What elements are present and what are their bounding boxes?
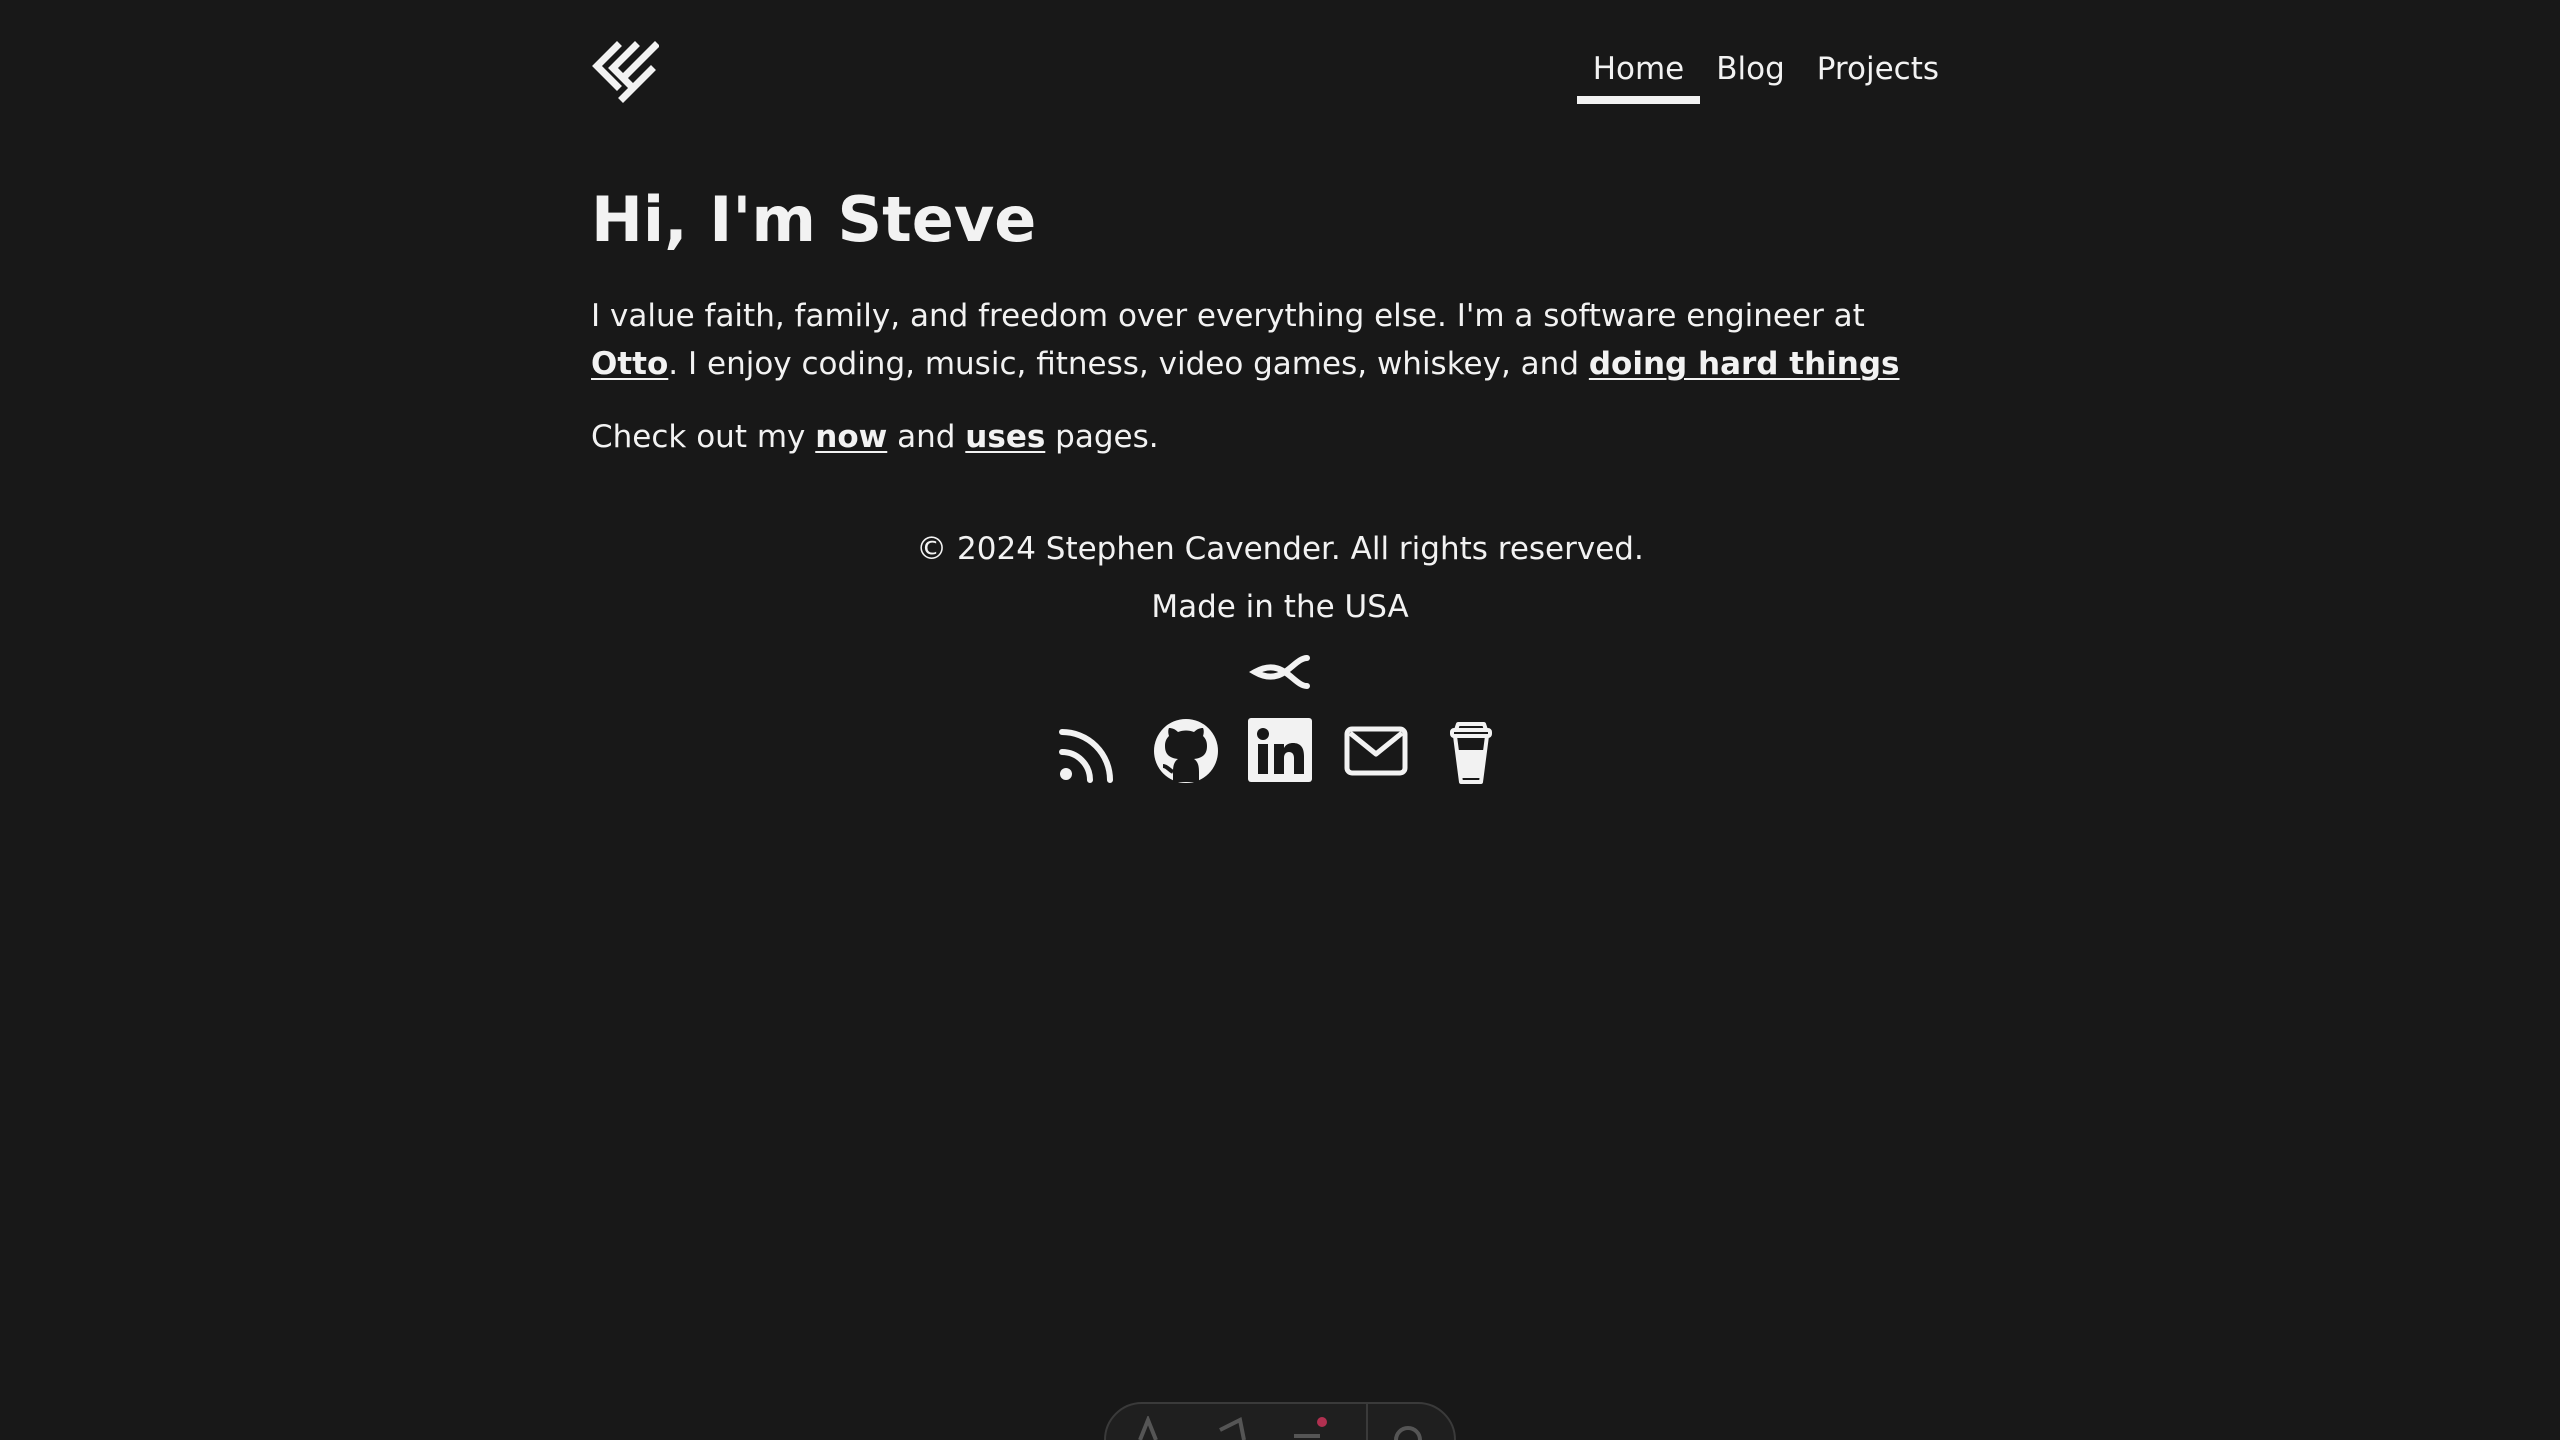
pages-text-1: Check out my <box>591 419 816 455</box>
intro-paragraph: I value faith, family, and freedom over … <box>591 292 1955 388</box>
copyright-text: © 2024 Stephen Cavender. All rights rese… <box>916 531 1644 567</box>
github-icon[interactable] <box>1151 716 1221 786</box>
content-container: Home Blog Projects Hi, I'm Steve I value… <box>591 0 1955 455</box>
uses-link[interactable]: uses <box>965 419 1045 455</box>
megaphone-icon[interactable] <box>1216 1416 1252 1440</box>
page-title: Hi, I'm Steve <box>591 183 1037 256</box>
coffee-cup-icon[interactable] <box>1436 716 1506 786</box>
toolbar-divider <box>1366 1404 1368 1440</box>
intro-text-2: . I enjoy coding, music, fitness, video … <box>668 346 1589 382</box>
nav-blog[interactable]: Blog <box>1700 44 1801 116</box>
made-in-text: Made in the USA <box>1151 589 1409 625</box>
nav-projects[interactable]: Projects <box>1801 44 1955 116</box>
mail-icon[interactable] <box>1342 716 1412 786</box>
font-a-icon[interactable] <box>1134 1416 1170 1440</box>
pages-text-2: and <box>887 419 966 455</box>
pages-paragraph: Check out my now and uses pages. <box>591 413 1159 461</box>
ichthys-fish-icon <box>1249 655 1310 689</box>
notifications-icon[interactable] <box>1292 1416 1328 1440</box>
bottom-toolbar-widget[interactable] <box>1104 1402 1456 1440</box>
linkedin-icon[interactable] <box>1246 716 1316 786</box>
pages-text-3: pages. <box>1045 419 1159 455</box>
site-header: Home Blog Projects <box>591 0 1955 120</box>
hard-things-link[interactable]: doing hard things <box>1589 346 1900 382</box>
main-nav: Home Blog Projects <box>1576 44 1955 116</box>
intro-text-1: I value faith, family, and freedom over … <box>591 298 1865 334</box>
social-links <box>1056 716 1506 786</box>
chevrons-logo-icon[interactable] <box>591 40 659 104</box>
nav-home[interactable]: Home <box>1576 44 1701 116</box>
otto-link[interactable]: Otto <box>591 346 668 382</box>
rss-icon[interactable] <box>1056 716 1126 786</box>
gear-icon[interactable] <box>1390 1416 1426 1440</box>
page: Home Blog Projects Hi, I'm Steve I value… <box>0 0 2560 1440</box>
now-link[interactable]: now <box>815 419 887 455</box>
